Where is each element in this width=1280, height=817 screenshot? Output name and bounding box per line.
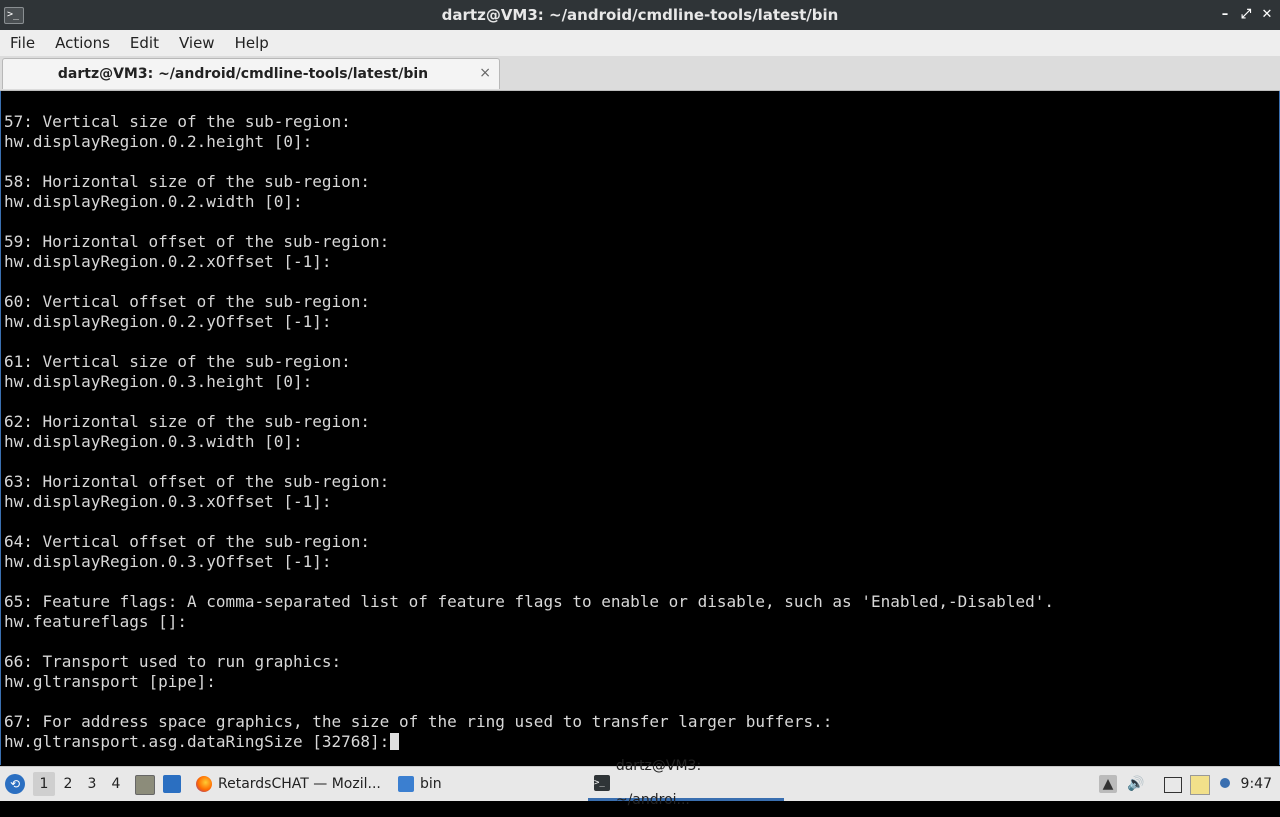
desktop-1-button[interactable]: 1 <box>33 772 55 796</box>
window-title: dartz@VM3: ~/android/cmdline-tools/lates… <box>441 6 839 24</box>
start-menu-icon[interactable]: ⟲ <box>5 774 25 794</box>
tab-terminal[interactable]: dartz@VM3: ~/android/cmdline-tools/lates… <box>2 58 500 89</box>
tab-label: dartz@VM3: ~/android/cmdline-tools/lates… <box>57 66 429 82</box>
menu-view[interactable]: View <box>169 30 225 56</box>
desktop-2-button[interactable]: 2 <box>57 767 79 801</box>
menu-edit[interactable]: Edit <box>120 30 169 56</box>
terminal-line: 59: Horizontal offset of the sub-region: <box>4 232 390 251</box>
task-label: bin <box>420 776 442 792</box>
terminal-line: hw.gltransport.asg.dataRingSize [32768]: <box>4 732 1054 752</box>
task-label: dartz@VM3: ~/androi... <box>615 757 702 808</box>
terminal-line: hw.featureflags []: <box>4 612 188 631</box>
clock: 9:47 <box>1240 776 1272 792</box>
window-titlebar[interactable]: >_ dartz@VM3: ~/android/cmdline-tools/la… <box>0 0 1280 30</box>
task-folder-bin[interactable]: bin <box>392 767 448 801</box>
tab-close-icon[interactable]: × <box>479 59 491 87</box>
terminal-line: 62: Horizontal size of the sub-region: <box>4 412 371 431</box>
terminal-line: 57: Vertical size of the sub-region: <box>4 112 351 131</box>
volume-icon[interactable]: 🔊 <box>1127 775 1145 793</box>
minimize-button[interactable]: – <box>1216 5 1234 25</box>
terminal-line: hw.displayRegion.0.2.yOffset [-1]: <box>4 312 332 331</box>
terminal-line: 67: For address space graphics, the size… <box>4 712 833 731</box>
terminal-text: 57: Vertical size of the sub-region: hw.d… <box>4 112 1054 752</box>
task-label: RetardsCHAT — Mozil... <box>218 776 381 792</box>
menu-bar: File Actions Edit View Help <box>0 30 1280 56</box>
tab-bar: dartz@VM3: ~/android/cmdline-tools/lates… <box>0 56 1280 91</box>
show-desktop-icon[interactable] <box>163 775 181 793</box>
terminal-line: 58: Horizontal size of the sub-region: <box>4 172 371 191</box>
clipboard-icon[interactable] <box>1190 775 1210 795</box>
desktop-3-button[interactable]: 3 <box>81 767 103 801</box>
folder-icon <box>398 776 414 792</box>
terminal-line: hw.displayRegion.0.3.height [0]: <box>4 372 313 391</box>
terminal-icon: >_ <box>594 774 610 791</box>
taskbar: ⟲ 1 2 3 4 RetardsCHAT — Mozil... bin >_ … <box>0 758 1280 808</box>
task-terminal[interactable]: >_ dartz@VM3: ~/androi... <box>588 758 784 808</box>
menu-actions[interactable]: Actions <box>45 30 120 56</box>
terminal-line: 60: Vertical offset of the sub-region: <box>4 292 371 311</box>
terminal-line: hw.displayRegion.0.3.yOffset [-1]: <box>4 552 332 571</box>
terminal-line: hw.displayRegion.0.2.height [0]: <box>4 132 313 151</box>
maximize-button[interactable]: ⤢ <box>1237 5 1255 25</box>
notification-icon[interactable] <box>1216 775 1234 793</box>
network-icon[interactable] <box>1164 777 1182 793</box>
terminal-line: hw.gltransport [pipe]: <box>4 672 216 691</box>
terminal-line: hw.displayRegion.0.2.width [0]: <box>4 192 303 211</box>
terminal-output[interactable]: 57: Vertical size of the sub-region: hw.d… <box>0 91 1280 765</box>
terminal-line: 61: Vertical size of the sub-region: <box>4 352 351 371</box>
terminal-line: hw.displayRegion.0.3.width [0]: <box>4 432 303 451</box>
terminal-line: 66: Transport used to run graphics: <box>4 652 342 671</box>
text-cursor <box>390 733 400 750</box>
terminal-line: 64: Vertical offset of the sub-region: <box>4 532 371 551</box>
terminal-line: hw.displayRegion.0.2.xOffset [-1]: <box>4 252 332 271</box>
menu-file[interactable]: File <box>0 30 45 56</box>
desktop-4-button[interactable]: 4 <box>105 767 127 801</box>
task-firefox[interactable]: RetardsCHAT — Mozil... <box>190 767 387 801</box>
close-button[interactable]: ✕ <box>1258 5 1276 25</box>
terminal-line: hw.displayRegion.0.3.xOffset [-1]: <box>4 492 332 511</box>
removable-media-icon[interactable]: ▲ <box>1099 775 1117 793</box>
firefox-icon <box>196 776 212 792</box>
terminal-line: 63: Horizontal offset of the sub-region: <box>4 472 390 491</box>
terminal-line: 65: Feature flags: A comma-separated lis… <box>4 592 1054 611</box>
menu-help[interactable]: Help <box>225 30 279 56</box>
file-manager-launcher-icon[interactable] <box>135 775 155 795</box>
